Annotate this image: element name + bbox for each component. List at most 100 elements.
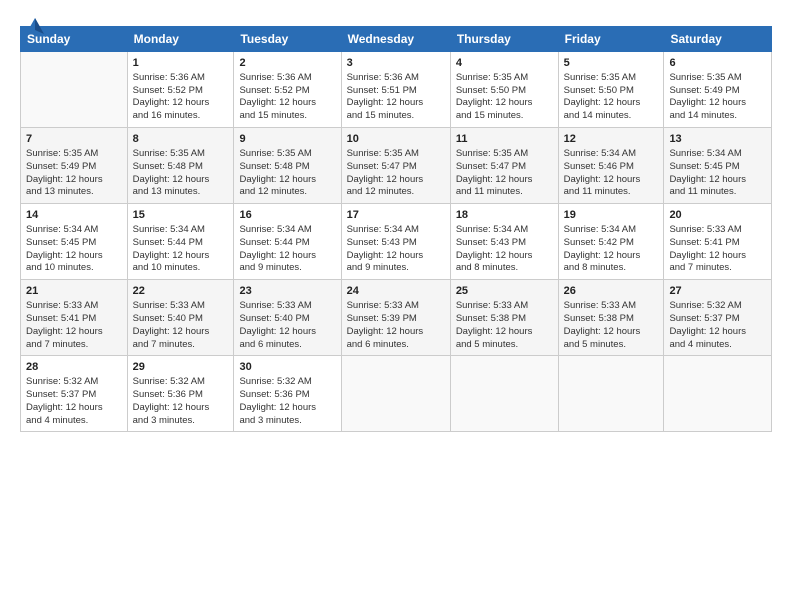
day-number: 20 — [669, 208, 766, 223]
day-detail: and 10 minutes. — [133, 262, 229, 275]
day-number: 8 — [133, 132, 229, 147]
day-detail: and 8 minutes. — [564, 262, 659, 275]
calendar-cell: 28Sunrise: 5:32 AMSunset: 5:37 PMDayligh… — [21, 356, 128, 432]
day-detail: and 3 minutes. — [133, 415, 229, 428]
day-detail: and 14 minutes. — [669, 110, 766, 123]
day-detail: and 12 minutes. — [239, 186, 335, 199]
calendar-cell: 14Sunrise: 5:34 AMSunset: 5:45 PMDayligh… — [21, 204, 128, 280]
day-detail: Daylight: 12 hours — [133, 402, 229, 415]
day-detail: Sunset: 5:42 PM — [564, 237, 659, 250]
calendar-cell: 20Sunrise: 5:33 AMSunset: 5:41 PMDayligh… — [664, 204, 772, 280]
day-detail: Sunrise: 5:35 AM — [564, 72, 659, 85]
weekday-header-tuesday: Tuesday — [234, 27, 341, 52]
day-detail: Daylight: 12 hours — [564, 250, 659, 263]
day-detail: Daylight: 12 hours — [669, 97, 766, 110]
calendar-cell: 15Sunrise: 5:34 AMSunset: 5:44 PMDayligh… — [127, 204, 234, 280]
day-detail: Sunrise: 5:33 AM — [239, 300, 335, 313]
day-number: 21 — [26, 284, 122, 299]
day-detail: Daylight: 12 hours — [26, 326, 122, 339]
day-detail: Sunset: 5:46 PM — [564, 161, 659, 174]
day-detail: Sunset: 5:52 PM — [133, 85, 229, 98]
weekday-header-thursday: Thursday — [450, 27, 558, 52]
calendar-cell: 12Sunrise: 5:34 AMSunset: 5:46 PMDayligh… — [558, 128, 664, 204]
day-detail: Sunrise: 5:34 AM — [239, 224, 335, 237]
calendar-cell: 2Sunrise: 5:36 AMSunset: 5:52 PMDaylight… — [234, 52, 341, 128]
day-number: 25 — [456, 284, 553, 299]
calendar-cell: 19Sunrise: 5:34 AMSunset: 5:42 PMDayligh… — [558, 204, 664, 280]
day-detail: Daylight: 12 hours — [239, 174, 335, 187]
day-detail: Sunset: 5:37 PM — [26, 389, 122, 402]
day-number: 17 — [347, 208, 445, 223]
day-detail: and 9 minutes. — [347, 262, 445, 275]
day-detail: Sunrise: 5:34 AM — [456, 224, 553, 237]
day-detail: and 10 minutes. — [26, 262, 122, 275]
calendar-cell: 25Sunrise: 5:33 AMSunset: 5:38 PMDayligh… — [450, 280, 558, 356]
calendar-cell: 9Sunrise: 5:35 AMSunset: 5:48 PMDaylight… — [234, 128, 341, 204]
day-detail: Daylight: 12 hours — [456, 97, 553, 110]
day-detail: Daylight: 12 hours — [347, 97, 445, 110]
day-number: 23 — [239, 284, 335, 299]
calendar-cell: 16Sunrise: 5:34 AMSunset: 5:44 PMDayligh… — [234, 204, 341, 280]
day-detail: Sunrise: 5:35 AM — [239, 148, 335, 161]
weekday-header-wednesday: Wednesday — [341, 27, 450, 52]
calendar-table: SundayMondayTuesdayWednesdayThursdayFrid… — [20, 26, 772, 432]
day-detail: and 15 minutes. — [239, 110, 335, 123]
day-detail: Sunrise: 5:35 AM — [347, 148, 445, 161]
calendar-cell: 21Sunrise: 5:33 AMSunset: 5:41 PMDayligh… — [21, 280, 128, 356]
day-number: 22 — [133, 284, 229, 299]
day-number: 28 — [26, 360, 122, 375]
day-detail: Daylight: 12 hours — [26, 250, 122, 263]
logo — [20, 18, 46, 43]
day-detail: Sunset: 5:52 PM — [239, 85, 335, 98]
day-detail: Daylight: 12 hours — [564, 97, 659, 110]
day-detail: Sunrise: 5:34 AM — [669, 148, 766, 161]
day-number: 5 — [564, 56, 659, 71]
day-number: 26 — [564, 284, 659, 299]
day-detail: Daylight: 12 hours — [133, 97, 229, 110]
day-detail: and 4 minutes. — [669, 339, 766, 352]
day-number: 4 — [456, 56, 553, 71]
day-detail: Sunset: 5:47 PM — [347, 161, 445, 174]
day-detail: and 7 minutes. — [26, 339, 122, 352]
day-detail: Daylight: 12 hours — [669, 326, 766, 339]
day-detail: and 11 minutes. — [456, 186, 553, 199]
day-detail: Sunset: 5:43 PM — [456, 237, 553, 250]
calendar-cell: 3Sunrise: 5:36 AMSunset: 5:51 PMDaylight… — [341, 52, 450, 128]
calendar-cell: 23Sunrise: 5:33 AMSunset: 5:40 PMDayligh… — [234, 280, 341, 356]
calendar-cell: 30Sunrise: 5:32 AMSunset: 5:36 PMDayligh… — [234, 356, 341, 432]
calendar-cell: 8Sunrise: 5:35 AMSunset: 5:48 PMDaylight… — [127, 128, 234, 204]
day-number: 18 — [456, 208, 553, 223]
day-detail: Daylight: 12 hours — [347, 326, 445, 339]
day-detail: and 5 minutes. — [564, 339, 659, 352]
day-detail: Sunset: 5:48 PM — [133, 161, 229, 174]
day-detail: Sunrise: 5:35 AM — [669, 72, 766, 85]
day-detail: Sunrise: 5:33 AM — [456, 300, 553, 313]
day-detail: Sunset: 5:44 PM — [239, 237, 335, 250]
day-detail: Sunset: 5:36 PM — [133, 389, 229, 402]
day-number: 7 — [26, 132, 122, 147]
day-detail: and 8 minutes. — [456, 262, 553, 275]
day-detail: Sunrise: 5:32 AM — [669, 300, 766, 313]
day-detail: and 11 minutes. — [669, 186, 766, 199]
day-detail: Sunset: 5:40 PM — [133, 313, 229, 326]
day-detail: Daylight: 12 hours — [669, 250, 766, 263]
day-number: 10 — [347, 132, 445, 147]
calendar-cell — [21, 52, 128, 128]
day-detail: Daylight: 12 hours — [239, 97, 335, 110]
day-detail: Sunrise: 5:32 AM — [26, 376, 122, 389]
day-detail: Sunrise: 5:32 AM — [239, 376, 335, 389]
page: SundayMondayTuesdayWednesdayThursdayFrid… — [0, 0, 792, 612]
day-detail: Sunset: 5:40 PM — [239, 313, 335, 326]
calendar-cell — [664, 356, 772, 432]
weekday-header-monday: Monday — [127, 27, 234, 52]
calendar-cell: 29Sunrise: 5:32 AMSunset: 5:36 PMDayligh… — [127, 356, 234, 432]
day-detail: Sunset: 5:51 PM — [347, 85, 445, 98]
day-detail: Sunset: 5:50 PM — [456, 85, 553, 98]
day-detail: and 15 minutes. — [347, 110, 445, 123]
day-detail: Sunset: 5:38 PM — [456, 313, 553, 326]
day-number: 29 — [133, 360, 229, 375]
day-detail: Sunset: 5:44 PM — [133, 237, 229, 250]
day-detail: Daylight: 12 hours — [347, 174, 445, 187]
day-number: 3 — [347, 56, 445, 71]
day-detail: Sunset: 5:49 PM — [669, 85, 766, 98]
